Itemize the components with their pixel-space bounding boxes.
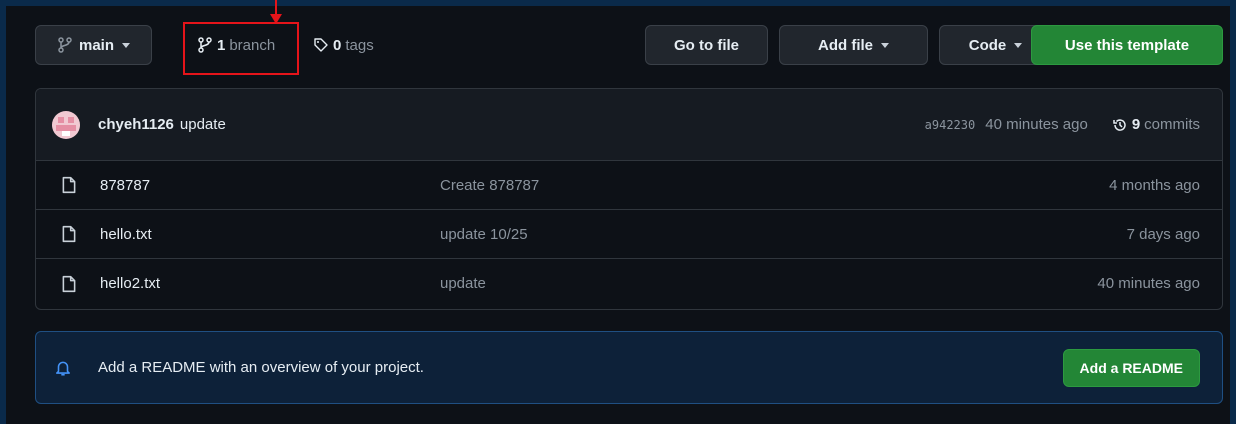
chevron-down-icon [122, 42, 130, 48]
latest-commit-row: chyeh1126 update a942230 40 minutes ago … [36, 89, 1222, 161]
code-label: Code [968, 36, 1007, 54]
git-branch-icon [58, 37, 72, 53]
file-commit-message[interactable]: Create 878787 [440, 177, 539, 194]
window-frame-top [0, 0, 1236, 6]
use-template-button[interactable]: Use this template [1031, 25, 1223, 65]
add-readme-button[interactable]: Add a README [1062, 348, 1200, 387]
tags-link[interactable]: 0 tags [313, 25, 374, 65]
commit-sha[interactable]: a942230 [925, 118, 976, 132]
add-file-button[interactable]: Add file [779, 25, 928, 65]
avatar[interactable] [52, 110, 80, 139]
chevron-down-icon [881, 42, 889, 48]
tags-count: 0 [333, 36, 342, 54]
commit-meta: a942230 40 minutes ago 9 commits [925, 116, 1200, 133]
commits-label: commits [1144, 116, 1200, 133]
file-row[interactable]: hello.txt update 10/25 7 days ago [36, 210, 1222, 259]
file-list: chyeh1126 update a942230 40 minutes ago … [35, 88, 1223, 310]
commits-history-link[interactable]: 9 commits [1112, 116, 1200, 133]
repo-toolbar: main 1 branch 0 tags Go to file Add file… [35, 0, 1223, 75]
go-to-file-button[interactable]: Go to file [645, 25, 768, 65]
branch-selector-button[interactable]: main [35, 25, 152, 65]
file-icon [62, 225, 76, 243]
commit-time: 40 minutes ago [985, 116, 1088, 133]
commit-count: 9 [1131, 116, 1141, 133]
file-name[interactable]: 878787 [100, 177, 440, 194]
file-name[interactable]: hello2.txt [100, 275, 440, 292]
add-file-label: Add file [818, 36, 873, 54]
file-age: 4 months ago [1109, 176, 1200, 194]
branch-selector-label: main [78, 36, 114, 54]
file-icon [62, 275, 76, 292]
readme-banner-text: Add a README with an overview of your pr… [98, 359, 424, 376]
file-commit-message[interactable]: update 10/25 [440, 226, 528, 243]
file-age: 40 minutes ago [1097, 275, 1200, 292]
file-row[interactable]: hello2.txt update 40 minutes ago [36, 259, 1222, 308]
bell-icon [56, 361, 70, 376]
file-commit-message[interactable]: update [440, 275, 486, 292]
history-icon [1113, 118, 1126, 131]
window-frame-right [1230, 0, 1236, 424]
file-icon [62, 176, 76, 194]
file-age: 7 days ago [1126, 225, 1200, 243]
file-name[interactable]: hello.txt [100, 226, 440, 243]
tag-icon [314, 38, 328, 52]
file-row[interactable]: 878787 Create 878787 4 months ago [36, 161, 1222, 210]
annotation-arrow-head [270, 14, 282, 24]
chevron-down-icon [1014, 42, 1023, 48]
readme-banner: Add a README with an overview of your pr… [35, 331, 1223, 404]
commit-author[interactable]: chyeh1126 [98, 116, 174, 133]
commit-message[interactable]: update [180, 116, 226, 133]
annotation-highlight-box [183, 22, 299, 75]
tags-label: tags [345, 36, 374, 54]
window-frame-left [0, 0, 6, 424]
